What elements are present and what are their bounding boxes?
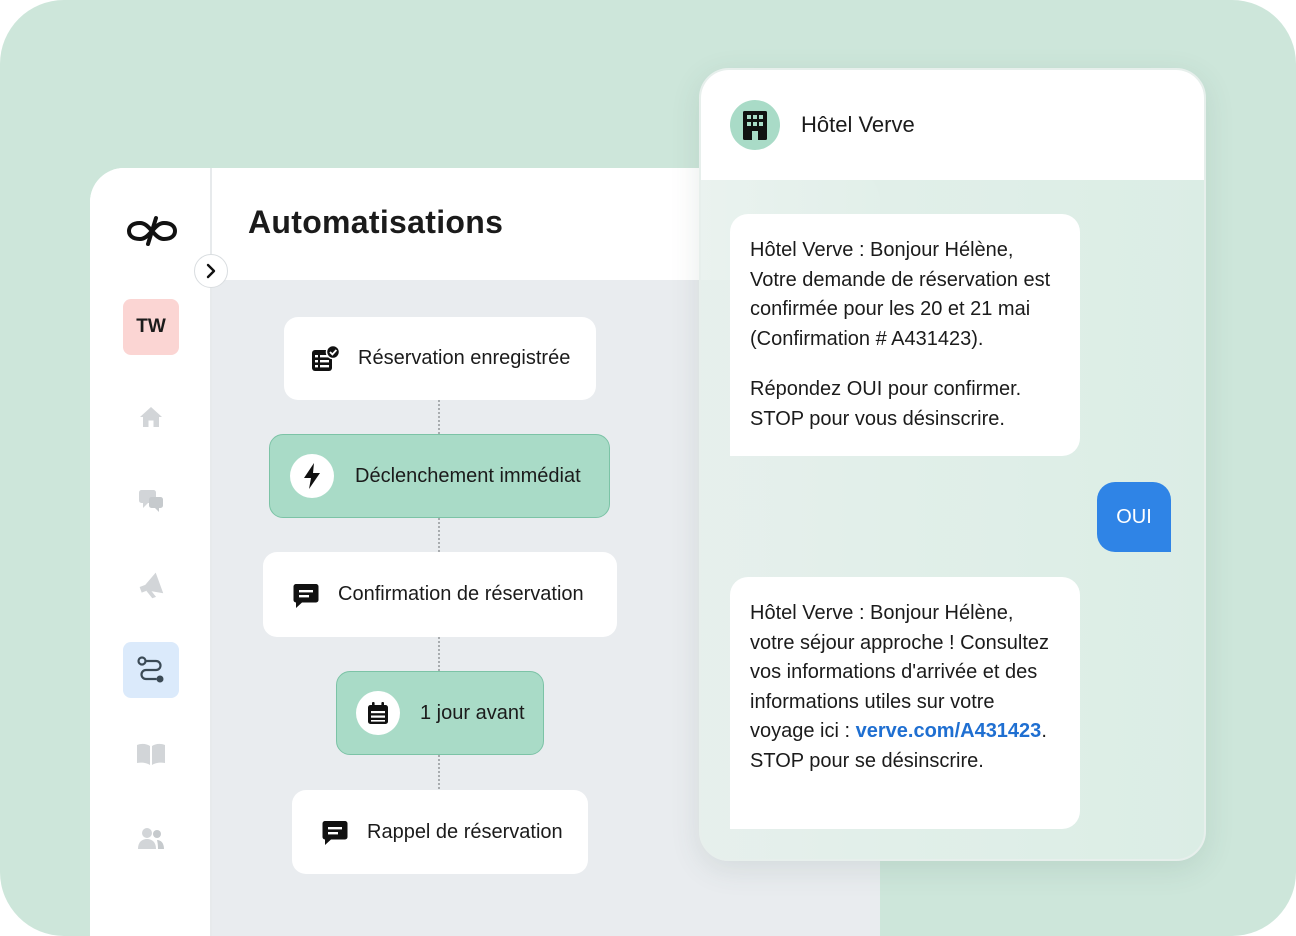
- message-text: Répondez OUI pour confirmer. STOP pour v…: [750, 378, 1022, 430]
- logo-icon: [127, 216, 177, 246]
- step-one-day-before[interactable]: 1 jour avant: [336, 671, 544, 755]
- contacts-icon: [138, 828, 164, 849]
- list-check-icon: [310, 344, 340, 373]
- nav-knowledge[interactable]: [123, 726, 179, 782]
- message-bubble-incoming: Hôtel Verve : Bonjour Hélène, Votre dema…: [730, 214, 1080, 456]
- sidebar: TW: [90, 168, 212, 936]
- step-label: Rappel de réservation: [367, 820, 563, 843]
- lightning-icon: [290, 454, 334, 498]
- step-booking-reminder[interactable]: Rappel de réservation: [292, 790, 588, 874]
- step-booking-confirmation[interactable]: Confirmation de réservation: [263, 552, 617, 637]
- chat-header: Hôtel Verve: [701, 70, 1204, 180]
- message-text: Hôtel Verve : Bonjour Hélène, Votre dema…: [750, 239, 1051, 350]
- building-icon: [743, 111, 767, 140]
- workspace-badge[interactable]: TW: [123, 299, 179, 355]
- step-label: Déclenchement immédiat: [355, 464, 581, 487]
- hotel-avatar: [730, 100, 780, 150]
- nav-campaigns[interactable]: [123, 558, 179, 614]
- automation-icon: [137, 656, 164, 683]
- step-label: Confirmation de réservation: [338, 583, 584, 605]
- nav-contacts[interactable]: [123, 810, 179, 866]
- step-label: 1 jour avant: [420, 701, 525, 724]
- contact-name: Hôtel Verve: [801, 112, 915, 137]
- message-bubble-outgoing: OUI: [1097, 482, 1171, 552]
- megaphone-icon: [139, 572, 164, 599]
- conversations-icon: [139, 490, 163, 512]
- calendar-icon: [356, 691, 400, 735]
- connector: [438, 400, 440, 434]
- book-icon: [137, 743, 165, 765]
- page-title: Automatisations: [248, 204, 504, 240]
- reservation-link[interactable]: verve.com/A431423: [856, 720, 1042, 742]
- connector: [438, 755, 440, 789]
- sidebar-toggle-button[interactable]: [194, 254, 228, 288]
- step-immediate-trigger[interactable]: Déclenchement immédiat: [269, 434, 610, 518]
- message-icon: [320, 818, 350, 846]
- nav-automations[interactable]: [123, 642, 179, 698]
- sms-conversation-panel: Hôtel Verve Hôtel Verve : Bonjour Hélène…: [699, 68, 1206, 861]
- nav-home[interactable]: [123, 389, 179, 445]
- connector: [438, 518, 440, 552]
- home-icon: [140, 407, 162, 427]
- step-label: Réservation enregistrée: [358, 347, 571, 369]
- connector: [438, 637, 440, 671]
- message-icon: [291, 581, 321, 609]
- message-bubble-incoming: Hôtel Verve : Bonjour Hélène, votre séjo…: [730, 577, 1080, 829]
- step-reservation-recorded[interactable]: Réservation enregistrée: [284, 317, 596, 400]
- message-text: OUI: [1116, 505, 1152, 528]
- chevron-right-icon: [206, 263, 216, 279]
- nav-conversations[interactable]: [123, 473, 179, 529]
